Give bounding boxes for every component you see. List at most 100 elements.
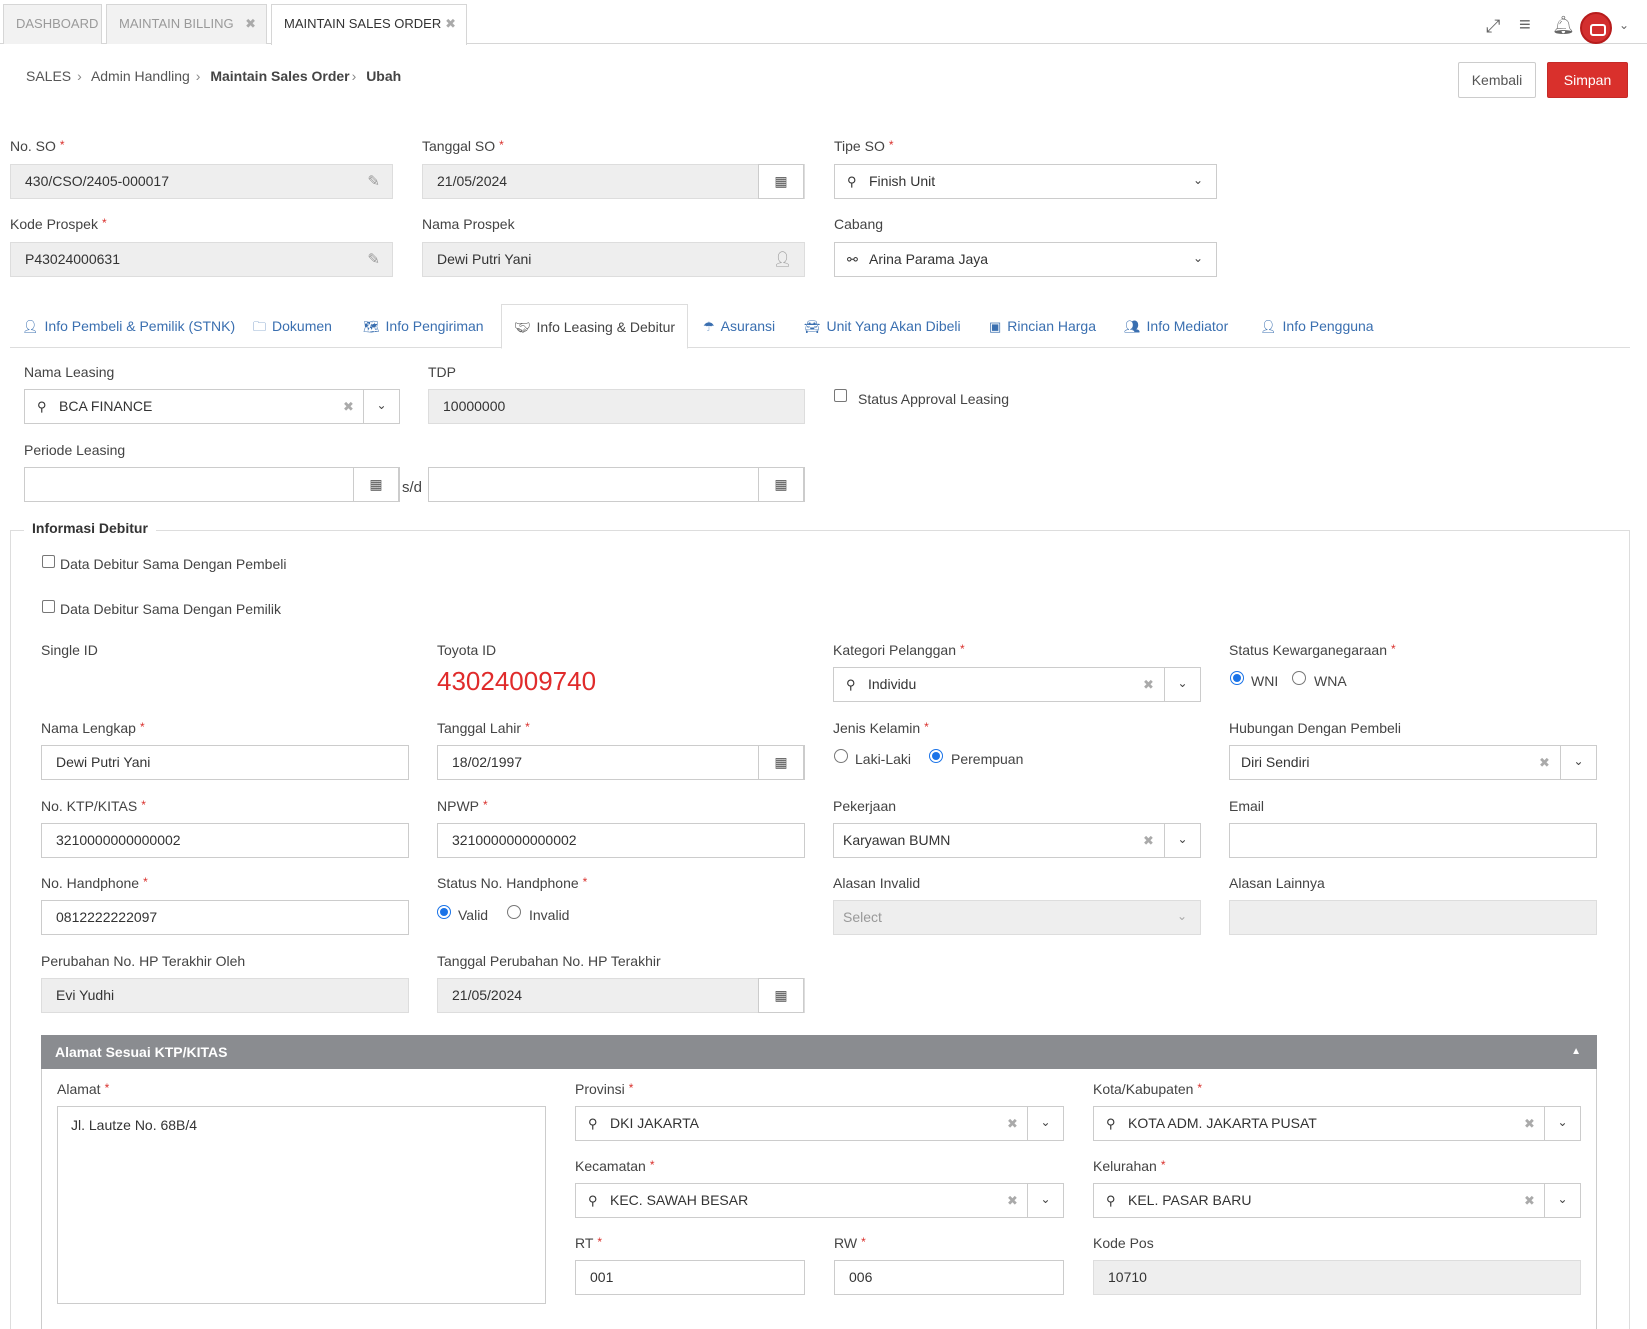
tipe-so-select[interactable]: ⚲ Finish Unit ⌄ <box>834 164 1217 199</box>
kode-prospek-field[interactable]: P43024000631 ✎ <box>10 242 393 277</box>
tanggal-perubahan-field[interactable]: 21/05/2024 ▦ <box>437 978 805 1013</box>
kategori-label: Kategori Pelanggan * <box>833 642 965 658</box>
chevron-down-icon[interactable]: ⌄ <box>1560 745 1596 780</box>
tanggal-so-field[interactable]: 21/05/2024 ▦ <box>422 164 805 199</box>
clear-icon[interactable]: ✖ <box>1007 1184 1018 1217</box>
nama-prospek-field[interactable]: Dewi Putri Yani 👤︎ <box>422 242 805 277</box>
user-icon: 👤︎ <box>1260 319 1277 334</box>
menu-icon[interactable]: ≡ <box>1519 14 1531 37</box>
breadcrumb-item[interactable]: SALES <box>26 68 71 84</box>
clear-icon[interactable]: ✖ <box>1539 746 1550 779</box>
calendar-icon[interactable]: ▦ <box>758 164 804 199</box>
clear-icon[interactable]: ✖ <box>1143 668 1154 701</box>
pekerjaan-select[interactable]: Karyawan BUMN ✖ ⌄ <box>833 823 1201 858</box>
clear-icon[interactable]: ✖ <box>1524 1107 1535 1140</box>
valid-radio[interactable] <box>437 905 451 919</box>
chevron-down-icon[interactable]: ⌄ <box>363 389 399 424</box>
calendar-icon[interactable]: ▦ <box>758 978 804 1013</box>
status-approval-checkbox[interactable] <box>834 389 847 402</box>
tab-unit[interactable]: 🚘︎ Unit Yang Akan Dibeli <box>804 304 961 348</box>
kota-select[interactable]: ⚲ KOTA ADM. JAKARTA PUSAT ✖ ⌄ <box>1093 1106 1581 1141</box>
chevron-down-icon[interactable]: ⌄ <box>1544 1183 1580 1218</box>
calendar-icon[interactable]: ▦ <box>758 467 804 502</box>
tdp-field[interactable]: 10000000 <box>428 389 805 424</box>
tab-info-leasing[interactable]: 🤝︎ Info Leasing & Debitur <box>501 304 689 349</box>
calendar-icon[interactable]: ▦ <box>353 467 399 502</box>
cabang-select[interactable]: ⚯ Arina Parama Jaya ⌄ <box>834 242 1217 277</box>
tanggal-lahir-field[interactable]: 18/02/1997 ▦ <box>437 745 805 780</box>
chevron-down-icon[interactable]: ⌄ <box>1619 18 1629 32</box>
rw-field[interactable]: 006 <box>834 1260 1064 1295</box>
breadcrumb-item[interactable]: Maintain Sales Order <box>210 68 349 84</box>
close-icon[interactable]: ✖ <box>245 5 256 43</box>
collapse-icon[interactable]: ▲ <box>1571 1035 1581 1069</box>
tab-info-pengiriman[interactable]: 🗺︎ Info Pengiriman <box>363 304 484 348</box>
tab-dokumen[interactable]: 🗀 Dokumen <box>253 304 332 348</box>
back-button[interactable]: Kembali <box>1458 62 1536 98</box>
perempuan-radio[interactable] <box>929 749 943 763</box>
bell-icon[interactable]: 🔔︎ <box>1552 15 1575 36</box>
periode-to-field[interactable]: ▦ <box>428 467 805 502</box>
save-button[interactable]: Simpan <box>1547 62 1628 98</box>
avatar[interactable] <box>1580 12 1612 44</box>
calendar-icon[interactable]: ▦ <box>758 745 804 780</box>
tipe-so-label: Tipe SO * <box>834 138 894 154</box>
perubahan-oleh-field[interactable]: Evi Yudhi <box>41 978 409 1013</box>
same-as-owner-checkbox[interactable] <box>42 600 55 613</box>
hubungan-select[interactable]: Diri Sendiri ✖ ⌄ <box>1229 745 1597 780</box>
tab-rincian-harga[interactable]: ▣ Rincian Harga <box>989 304 1096 348</box>
chevron-down-icon[interactable]: ⌄ <box>1164 823 1200 858</box>
close-icon[interactable]: ✖ <box>445 5 456 43</box>
tab-info-mediator[interactable]: 👥︎ Info Mediator <box>1124 304 1228 348</box>
kode-pos-field[interactable]: 10710 <box>1093 1260 1581 1295</box>
periode-from-field[interactable]: ▦ <box>24 467 400 502</box>
nama-leasing-select[interactable]: ⚲ BCA FINANCE ✖ ⌄ <box>24 389 400 424</box>
tab-info-pengguna[interactable]: 👤︎ Info Pengguna <box>1260 304 1374 348</box>
chevron-down-icon[interactable]: ⌄ <box>1164 667 1200 702</box>
tab-asuransi[interactable]: ☂ Asuransi <box>703 304 775 348</box>
npwp-field[interactable]: 3210000000000002 <box>437 823 805 858</box>
chevron-down-icon[interactable]: ⌄ <box>1027 1106 1063 1141</box>
chevron-down-icon[interactable]: ⌄ <box>1164 900 1200 935</box>
clear-icon[interactable]: ✖ <box>1007 1107 1018 1140</box>
tab-dashboard[interactable]: DASHBOARD <box>3 4 102 44</box>
laki-laki-radio[interactable] <box>834 749 848 763</box>
provinsi-select[interactable]: ⚲ DKI JAKARTA ✖ ⌄ <box>575 1106 1064 1141</box>
kode-pos-label: Kode Pos <box>1093 1235 1154 1251</box>
rt-field[interactable]: 001 <box>575 1260 805 1295</box>
breadcrumb-item[interactable]: Admin Handling <box>91 68 190 84</box>
tab-maintain-sales-order[interactable]: MAINTAIN SALES ORDER ✖ <box>271 4 467 45</box>
no-so-label: No. SO * <box>10 138 65 154</box>
invalid-radio[interactable] <box>507 905 521 919</box>
wna-radio[interactable] <box>1292 671 1306 685</box>
kategori-select[interactable]: ⚲ Individu ✖ ⌄ <box>833 667 1201 702</box>
nama-lengkap-field[interactable]: Dewi Putri Yani <box>41 745 409 780</box>
email-field[interactable] <box>1229 823 1597 858</box>
fullscreen-icon[interactable]: ⤢ <box>1486 16 1500 37</box>
alasan-lainnya-field[interactable] <box>1229 900 1597 935</box>
chevron-down-icon[interactable]: ⌄ <box>1027 1183 1063 1218</box>
clear-icon[interactable]: ✖ <box>1143 824 1154 857</box>
chevron-down-icon[interactable]: ⌄ <box>1180 164 1216 199</box>
kecamatan-label: Kecamatan * <box>575 1158 655 1174</box>
tab-info-pembeli[interactable]: 👤︎ Info Pembeli & Pemilik (STNK) <box>22 304 235 348</box>
clear-icon[interactable]: ✖ <box>1524 1184 1535 1217</box>
kecamatan-select[interactable]: ⚲ KEC. SAWAH BESAR ✖ ⌄ <box>575 1183 1064 1218</box>
chevron-down-icon[interactable]: ⌄ <box>1180 242 1216 277</box>
handphone-field[interactable]: 0812222222097 <box>41 900 409 935</box>
single-id-label: Single ID <box>41 642 98 658</box>
clear-icon[interactable]: ✖ <box>343 390 354 423</box>
alamat-textarea[interactable]: Jl. Lautze No. 68B/4 <box>57 1106 546 1304</box>
same-as-buyer-checkbox[interactable] <box>42 555 55 568</box>
alamat-panel-header[interactable]: Alamat Sesuai KTP/KITAS ▲ <box>41 1035 1597 1069</box>
chevron-down-icon[interactable]: ⌄ <box>1544 1106 1580 1141</box>
kewarganegaraan-label: Status Kewarganegaraan * <box>1229 642 1396 658</box>
no-so-field[interactable]: 430/CSO/2405-000017 ✎ <box>10 164 393 199</box>
kelurahan-select[interactable]: ⚲ KEL. PASAR BARU ✖ ⌄ <box>1093 1183 1581 1218</box>
ktp-field[interactable]: 3210000000000002 <box>41 823 409 858</box>
tanggal-lahir-label: Tanggal Lahir * <box>437 720 530 736</box>
tab-maintain-billing[interactable]: MAINTAIN BILLING ✖ <box>106 4 267 44</box>
alasan-invalid-select[interactable]: Select ⌄ <box>833 900 1201 935</box>
tab-label: MAINTAIN SALES ORDER <box>284 16 442 31</box>
wni-radio[interactable] <box>1230 671 1244 685</box>
